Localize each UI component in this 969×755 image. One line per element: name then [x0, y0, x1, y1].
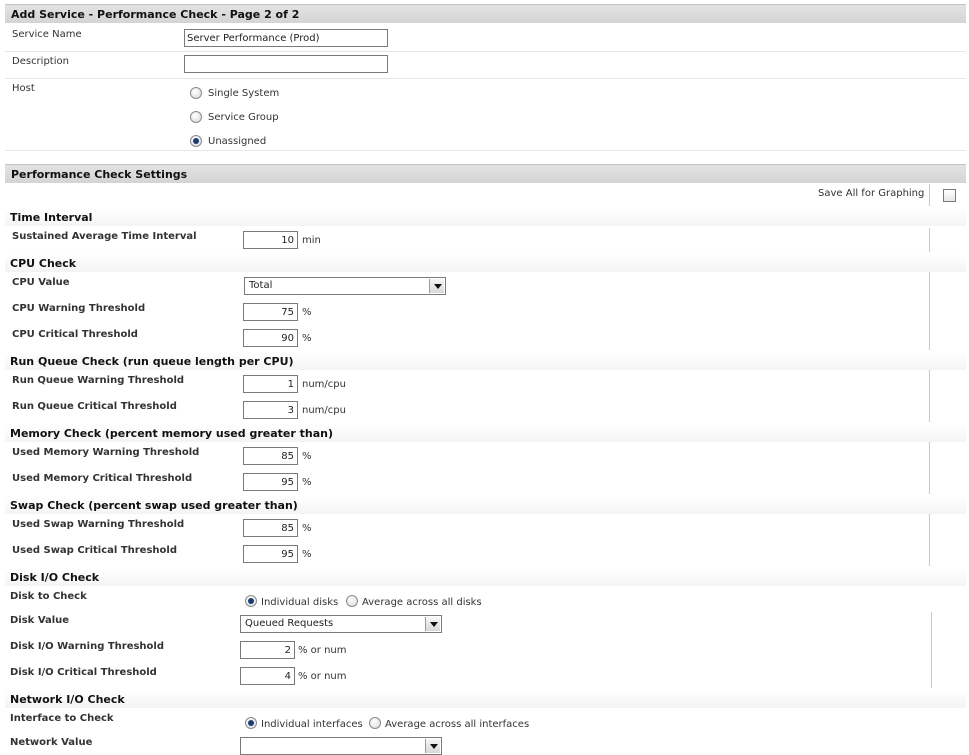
swap-critical-input[interactable] — [243, 545, 298, 563]
unit-label: % — [302, 451, 312, 462]
settings-header: Performance Check Settings — [5, 164, 966, 183]
interface-radio-individual[interactable] — [245, 717, 257, 729]
swap-warning-input[interactable] — [243, 519, 298, 537]
unit-label: min — [302, 235, 321, 246]
host-option-label: Service Group — [208, 112, 279, 123]
cpu-critical-input[interactable] — [243, 329, 298, 347]
section-background — [5, 254, 966, 272]
swap-warning-label: Used Swap Warning Threshold — [12, 519, 185, 530]
memory-critical-input[interactable] — [243, 473, 298, 491]
unit-label: % — [302, 307, 312, 318]
divider — [5, 150, 966, 151]
disk-radio-average[interactable] — [346, 595, 358, 607]
memory-warning-input[interactable] — [243, 447, 298, 465]
run-queue-critical-label: Run Queue Critical Threshold — [12, 401, 177, 412]
host-radio-single-system[interactable] — [190, 87, 202, 99]
unit-label: num/cpu — [302, 379, 346, 390]
save-all-checkbox[interactable] — [943, 189, 956, 202]
disk-warning-input[interactable] — [240, 641, 295, 659]
select-value: Total — [249, 280, 273, 291]
disk-value-select[interactable]: Queued Requests — [240, 615, 442, 633]
section-background — [5, 568, 966, 586]
sustained-interval-label: Sustained Average Time Interval — [12, 231, 197, 242]
swap-critical-label: Used Swap Critical Threshold — [12, 545, 177, 556]
cpu-warning-label: CPU Warning Threshold — [12, 303, 146, 314]
host-option-label: Single System — [208, 88, 280, 99]
disk-value-label: Disk Value — [10, 615, 70, 626]
unit-label: % — [302, 549, 312, 560]
service-name-label: Service Name — [12, 29, 82, 40]
disk-option-label: Average across all disks — [362, 597, 482, 608]
graph-column-divider — [929, 228, 930, 252]
graph-column-divider — [929, 442, 930, 494]
interface-to-check-label: Interface to Check — [10, 713, 114, 724]
disk-io-title: Disk I/O Check — [10, 571, 100, 584]
sustained-interval-input[interactable] — [243, 231, 298, 249]
cpu-critical-label: CPU Critical Threshold — [12, 329, 138, 340]
divider — [5, 78, 966, 79]
time-interval-title: Time Interval — [10, 211, 93, 224]
cpu-check-title: CPU Check — [10, 257, 77, 270]
network-value-select[interactable] — [240, 737, 442, 755]
save-all-label: Save All for Graphing — [818, 188, 925, 199]
unit-label: % or num — [298, 645, 347, 656]
memory-warning-label: Used Memory Warning Threshold — [12, 447, 200, 458]
run-queue-title: Run Queue Check (run queue length per CP… — [10, 355, 294, 368]
disk-critical-input[interactable] — [240, 667, 295, 685]
section-background — [5, 208, 966, 226]
description-label: Description — [12, 56, 69, 67]
graph-column-divider — [929, 272, 930, 350]
section-background — [5, 690, 966, 708]
cpu-value-label: CPU Value — [12, 277, 70, 288]
host-radio-unassigned[interactable] — [190, 135, 202, 147]
host-label: Host — [12, 83, 35, 94]
unit-label: % or num — [298, 671, 347, 682]
unit-label: num/cpu — [302, 405, 346, 416]
unit-label: % — [302, 523, 312, 534]
chevron-down-icon — [425, 617, 440, 631]
disk-to-check-label: Disk to Check — [10, 591, 87, 602]
interface-radio-average[interactable] — [369, 717, 381, 729]
select-value: Queued Requests — [245, 618, 334, 629]
page-header: Add Service - Performance Check - Page 2… — [5, 4, 966, 23]
graph-column-divider — [929, 514, 930, 566]
memory-check-title: Memory Check (percent memory used greate… — [10, 427, 334, 440]
host-radio-service-group[interactable] — [190, 111, 202, 123]
interface-option-label: Individual interfaces — [261, 719, 363, 730]
graph-column-divider — [929, 184, 930, 206]
network-value-label: Network Value — [10, 737, 93, 748]
memory-critical-label: Used Memory Critical Threshold — [12, 473, 193, 484]
chevron-down-icon — [425, 739, 440, 753]
run-queue-warning-input[interactable] — [243, 375, 298, 393]
network-io-title: Network I/O Check — [10, 693, 125, 706]
unit-label: % — [302, 333, 312, 344]
run-queue-critical-input[interactable] — [243, 401, 298, 419]
disk-radio-individual[interactable] — [245, 595, 257, 607]
chevron-down-icon — [429, 279, 444, 293]
cpu-value-select[interactable]: Total — [244, 277, 446, 295]
description-input[interactable] — [184, 55, 388, 73]
graph-column-divider — [931, 612, 932, 688]
graph-column-divider — [929, 370, 930, 422]
service-name-input[interactable] — [184, 29, 388, 47]
host-option-label: Unassigned — [208, 136, 267, 147]
disk-option-label: Individual disks — [261, 597, 339, 608]
unit-label: % — [302, 477, 312, 488]
disk-critical-label: Disk I/O Critical Threshold — [10, 667, 157, 678]
run-queue-warning-label: Run Queue Warning Threshold — [12, 375, 185, 386]
interface-option-label: Average across all interfaces — [385, 719, 530, 730]
disk-warning-label: Disk I/O Warning Threshold — [10, 641, 165, 652]
swap-check-title: Swap Check (percent swap used greater th… — [10, 499, 298, 512]
divider — [5, 51, 966, 52]
cpu-warning-input[interactable] — [243, 303, 298, 321]
